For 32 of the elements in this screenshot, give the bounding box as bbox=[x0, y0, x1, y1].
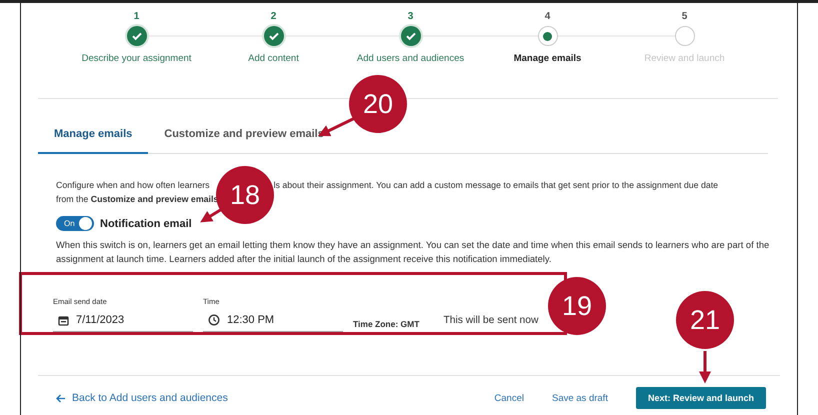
intro-text: ls about their assignment. You can add a custom message to emails that get sent prior to the assignment due date bbox=[274, 179, 718, 192]
notification-title: Notification email bbox=[100, 218, 192, 230]
step-label[interactable]: Manage emails bbox=[514, 53, 582, 64]
step-number: 5 bbox=[682, 11, 688, 24]
step-number: 4 bbox=[544, 11, 550, 24]
step-number: 2 bbox=[270, 11, 276, 24]
notification-description: When this switch is on, learners get an email letting them know they have an assignment. You can set the date and time when this email sends to learners who are part of the assignment at launch time. Learners added after the initial launch of the assignment receive this notification immediately. bbox=[56, 239, 770, 266]
step-label[interactable]: Add content bbox=[248, 53, 299, 64]
save-draft-button[interactable]: Save as draft bbox=[552, 392, 608, 404]
step-label[interactable]: Describe your assignment bbox=[82, 53, 192, 64]
send-note: This will be sent now bbox=[443, 315, 538, 328]
callout-badge: 20 bbox=[349, 75, 407, 133]
clock-icon bbox=[208, 314, 220, 326]
callout-arrow bbox=[699, 351, 711, 384]
callout-arrow bbox=[200, 208, 223, 222]
callout-badge: 18 bbox=[216, 166, 274, 224]
time-zone-text: Time Zone: GMT bbox=[353, 319, 420, 331]
cancel-button[interactable]: Cancel bbox=[494, 392, 524, 404]
callout-badge: 21 bbox=[676, 291, 734, 349]
calendar-icon bbox=[58, 314, 69, 326]
next-button[interactable]: Next: Review and launch bbox=[636, 387, 766, 409]
step-number: 1 bbox=[134, 11, 140, 24]
tab[interactable]: Manage emails bbox=[38, 128, 148, 154]
time-field[interactable]: 12:30 PM bbox=[203, 314, 343, 332]
notification-switch[interactable]: On bbox=[56, 216, 94, 231]
date-field[interactable]: 7/11/2023 bbox=[53, 314, 193, 332]
step-label[interactable]: Add users and audiences bbox=[356, 53, 464, 64]
step-number: 3 bbox=[408, 11, 414, 24]
callout-badge: 19 bbox=[548, 277, 606, 335]
left-arrow-icon bbox=[56, 394, 66, 402]
back-link[interactable]: Back to Add users and audiences bbox=[56, 392, 228, 404]
intro-text: Configure when and how often learners bbox=[56, 179, 210, 192]
